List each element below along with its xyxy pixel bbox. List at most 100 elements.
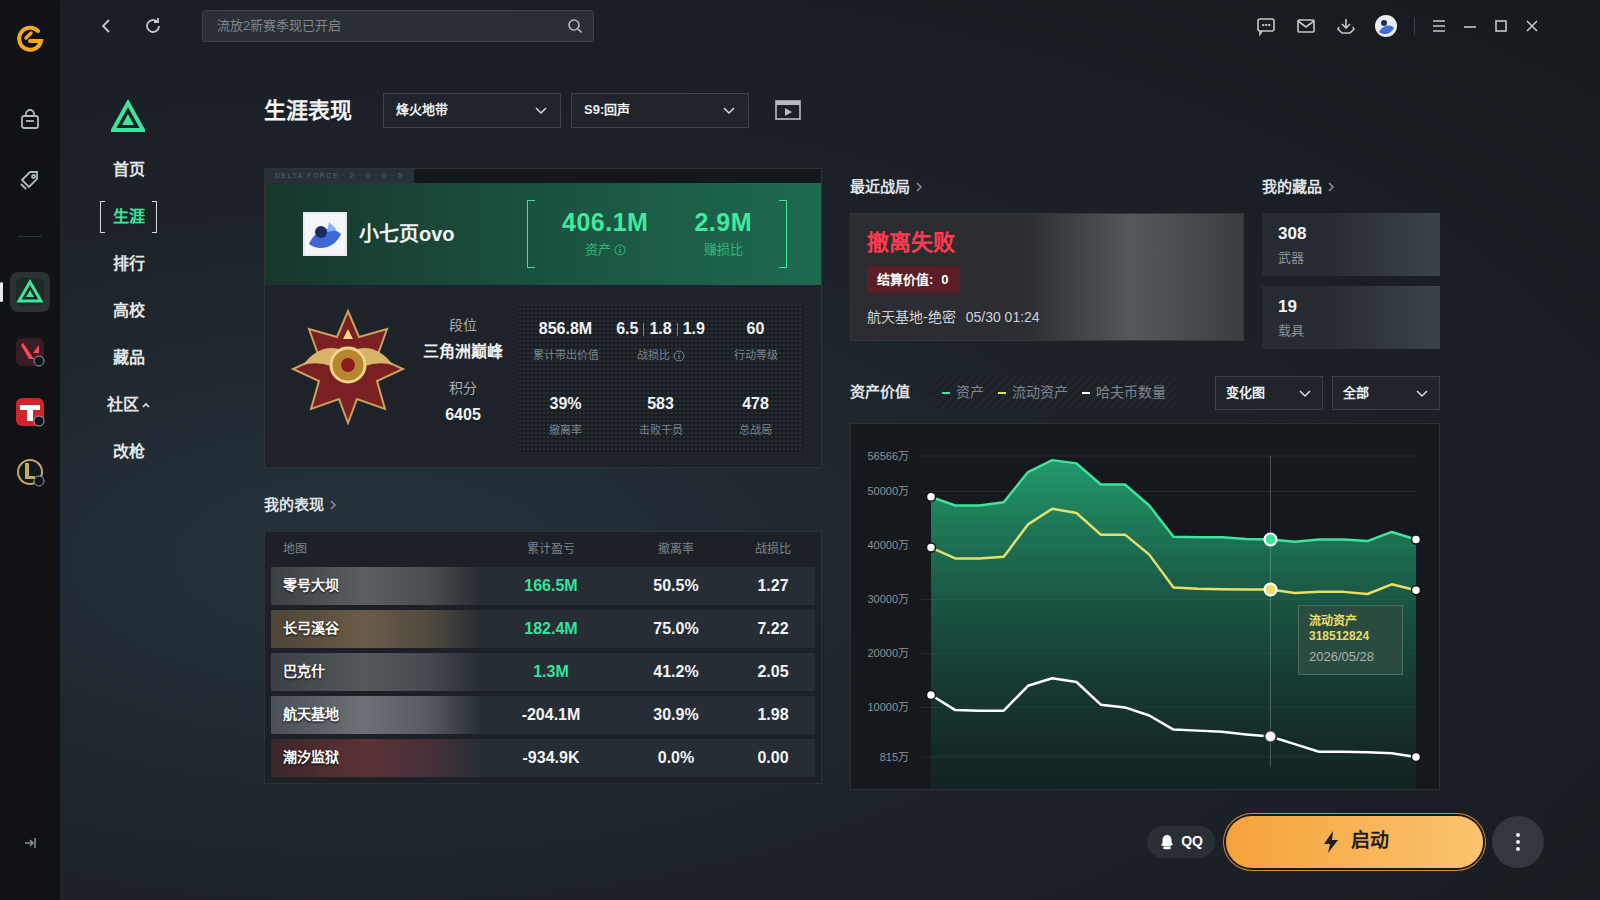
filter-dropdown[interactable]: S9:回声 xyxy=(571,93,749,128)
table-row[interactable]: 巴克什1.3M41.2%2.05 xyxy=(271,653,815,691)
qq-icon[interactable] xyxy=(1159,834,1175,850)
search-input[interactable] xyxy=(215,15,567,37)
sidebar-item-label[interactable]: 高校 xyxy=(113,299,145,323)
search-field[interactable] xyxy=(202,10,594,42)
column-header: 地图 xyxy=(271,540,481,558)
performance-title[interactable]: 我的表现 xyxy=(264,494,822,517)
sidebar-item[interactable]: 首页 xyxy=(100,154,157,186)
legend-label[interactable]: 资产 xyxy=(956,382,984,403)
select-label[interactable]: 全部 xyxy=(1343,383,1369,403)
sidebar-item-label[interactable]: 藏品 xyxy=(113,346,145,370)
select-label[interactable]: 变化图 xyxy=(1226,383,1265,403)
menu-icon[interactable] xyxy=(1427,14,1451,38)
table-row[interactable]: 长弓溪谷182.4M75.0%7.22 xyxy=(271,610,815,648)
collection-item[interactable]: 19载具 xyxy=(1262,286,1440,349)
stat-value: 856.8M xyxy=(539,317,592,341)
sidebar-item-label[interactable]: 改枪 xyxy=(113,440,145,464)
map-name: 潮汐监狱 xyxy=(271,739,481,777)
legend-item[interactable]: 资产 xyxy=(942,382,984,403)
chevron-right-icon[interactable] xyxy=(914,181,924,193)
chevron-down-icon[interactable] xyxy=(1415,386,1429,400)
chevron-right-icon[interactable] xyxy=(328,499,338,511)
maximize-icon[interactable] xyxy=(1489,14,1513,38)
collection-item[interactable]: 308武器 xyxy=(1262,213,1440,276)
table-row[interactable]: 零号大坝166.5M50.5%1.27 xyxy=(271,567,815,605)
qq-label[interactable]: QQ xyxy=(1181,831,1203,852)
filter-label[interactable]: 烽火地带 xyxy=(396,100,448,120)
hover-point[interactable] xyxy=(1265,533,1277,545)
chart-select[interactable]: 变化图 xyxy=(1215,376,1323,410)
rail-item[interactable] xyxy=(10,160,50,200)
sidebar-item[interactable]: 藏品 xyxy=(100,342,157,374)
minimize-icon[interactable] xyxy=(1458,14,1482,38)
legend-label[interactable]: 流动资产 xyxy=(1012,382,1068,403)
section-title[interactable]: 我的表现 xyxy=(264,494,324,517)
rail-item[interactable] xyxy=(10,452,50,492)
player-avatar xyxy=(303,212,347,256)
collection-label: 武器 xyxy=(1278,248,1424,268)
kd-cell: 1.98 xyxy=(731,703,815,727)
sidebar-item-label[interactable]: 排行 xyxy=(113,252,145,276)
rank-label: 段位 xyxy=(449,315,477,336)
info-icon[interactable] xyxy=(673,350,685,362)
section-title[interactable]: 我的藏品 xyxy=(1262,176,1322,199)
info-icon[interactable] xyxy=(614,244,626,256)
sidebar-item[interactable]: 社区 xyxy=(100,389,157,421)
sidebar-item[interactable]: 高校 xyxy=(100,295,157,327)
rail-item[interactable] xyxy=(10,332,50,372)
table-header: 地图累计盈亏撤离率战损比 xyxy=(271,532,815,567)
filter-label[interactable]: S9:回声 xyxy=(584,100,630,120)
recent-match-card[interactable]: 撤离失败结算价值:0航天基地-绝密05/30 01:24 xyxy=(850,213,1244,341)
close-icon[interactable] xyxy=(1520,14,1544,38)
rail-item[interactable] xyxy=(10,272,50,312)
filter-dropdown[interactable]: 烽火地带 xyxy=(383,93,561,128)
section-title[interactable]: 最近战局 xyxy=(850,176,910,199)
replay-icon[interactable] xyxy=(775,98,801,122)
hover-point[interactable] xyxy=(1265,730,1277,742)
hover-point[interactable] xyxy=(1265,583,1277,595)
qq-button[interactable]: QQ xyxy=(1147,826,1215,858)
user-avatar-icon[interactable] xyxy=(1374,14,1398,38)
rail-item[interactable] xyxy=(10,100,50,140)
legend-label[interactable]: 哈夫币数量 xyxy=(1096,382,1166,403)
mail-icon[interactable] xyxy=(1294,14,1318,38)
recent-title[interactable]: 最近战局 xyxy=(850,176,1244,199)
sidebar-item-label[interactable]: 社区 xyxy=(107,393,139,417)
chevron-right-icon[interactable] xyxy=(1326,181,1336,193)
chat-icon[interactable] xyxy=(1254,14,1278,38)
legend-item[interactable]: 流动资产 xyxy=(998,382,1068,403)
chart-select[interactable]: 全部 xyxy=(1332,376,1440,410)
table-row[interactable]: 潮汐监狱-934.9K0.0%0.00 xyxy=(271,739,815,777)
search-icon[interactable] xyxy=(567,18,583,34)
extract-rate-cell: 0.0% xyxy=(621,746,731,770)
highlights: 406.1M资产2.9M赚损比 xyxy=(527,200,787,268)
sidebar-item[interactable]: 排行 xyxy=(100,248,157,280)
refresh-icon[interactable] xyxy=(141,14,165,38)
lightning-icon[interactable] xyxy=(1321,830,1341,854)
collapse-icon[interactable] xyxy=(22,835,38,851)
chevron-down-icon[interactable] xyxy=(534,103,548,117)
sidebar-item-label[interactable]: 首页 xyxy=(113,158,145,182)
more-button[interactable] xyxy=(1492,816,1544,868)
sidebar-item-label[interactable]: 生涯 xyxy=(113,205,145,229)
sidebar-item[interactable]: 改枪 xyxy=(100,436,157,468)
back-icon[interactable] xyxy=(94,14,118,38)
caret-icon[interactable] xyxy=(141,400,151,410)
end-point xyxy=(927,543,936,552)
wegame-logo-icon[interactable] xyxy=(14,22,46,54)
launch-button[interactable]: 启动 xyxy=(1226,816,1483,868)
avatar-icon xyxy=(305,214,345,254)
top-bar xyxy=(60,0,1600,52)
chart-title: 资产价值 xyxy=(850,381,910,404)
launch-label[interactable]: 启动 xyxy=(1351,827,1389,856)
download-icon[interactable] xyxy=(1334,14,1358,38)
more-dots-icon[interactable] xyxy=(1515,832,1521,852)
table-row[interactable]: 航天基地-204.1M30.9%1.98 xyxy=(271,696,815,734)
rail-item[interactable] xyxy=(10,392,50,432)
chevron-down-icon[interactable] xyxy=(1298,386,1312,400)
legend-item[interactable]: 哈夫币数量 xyxy=(1082,382,1166,403)
chevron-down-icon[interactable] xyxy=(722,103,736,117)
collection-title[interactable]: 我的藏品 xyxy=(1262,176,1440,199)
profit-cell: 166.5M xyxy=(481,574,621,598)
sidebar-item[interactable]: 生涯 xyxy=(100,201,157,233)
